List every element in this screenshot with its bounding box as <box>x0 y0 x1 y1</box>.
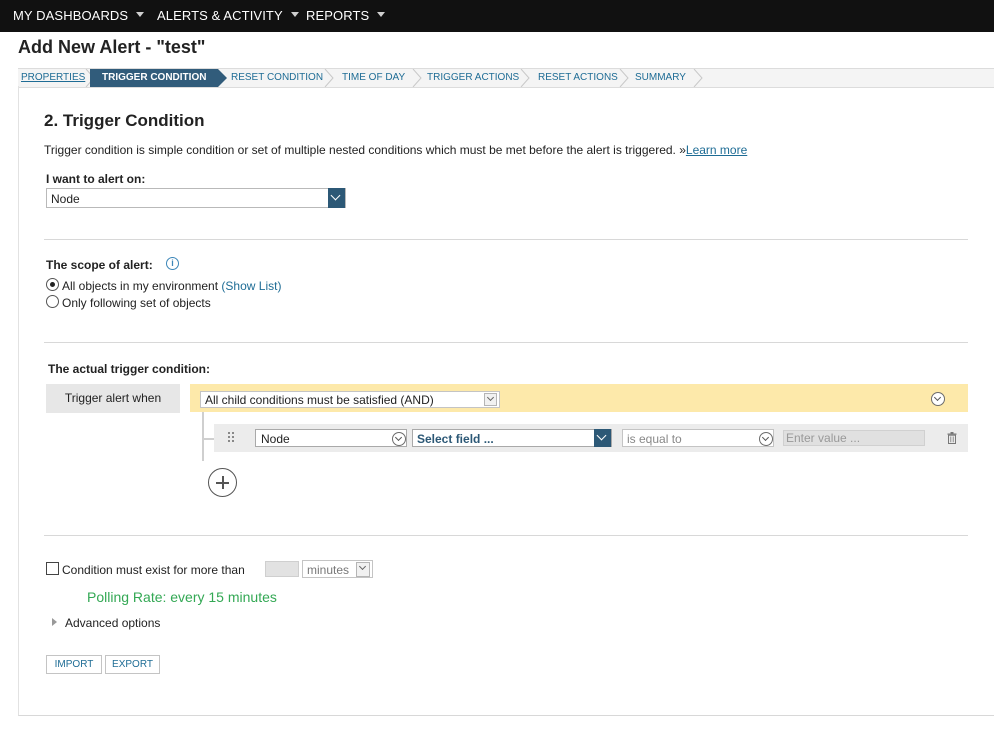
scope-following-radio[interactable] <box>46 295 59 308</box>
group-logic-select[interactable]: All child conditions must be satisfied (… <box>200 391 500 408</box>
duration-value-input[interactable] <box>265 561 299 577</box>
nav-label: MY DASHBOARDS <box>13 8 129 23</box>
condition-object-value: Node <box>261 432 290 446</box>
step-separator-icon <box>693 69 703 87</box>
drag-handle-icon[interactable] <box>228 432 234 444</box>
caret-down-icon <box>290 12 299 18</box>
chevron-down-icon <box>328 188 345 208</box>
condition-object-select[interactable]: Node <box>255 429 407 447</box>
section-description: Trigger condition is simple condition or… <box>44 143 747 157</box>
condition-operator-select[interactable]: is equal to <box>622 429 774 447</box>
chevron-down-icon <box>392 432 406 446</box>
divider <box>44 239 968 240</box>
scope-following-label: Only following set of objects <box>62 296 211 310</box>
group-logic-value: All child conditions must be satisfied (… <box>205 393 434 407</box>
step-properties[interactable]: PROPERTIES <box>21 69 85 87</box>
step-summary[interactable]: SUMMARY <box>635 69 686 87</box>
tree-line <box>202 412 204 461</box>
tree-branch <box>202 438 214 440</box>
step-trigger-condition[interactable]: TRIGGER CONDITION <box>90 69 227 87</box>
step-reset-actions[interactable]: RESET ACTIONS <box>538 69 618 87</box>
page-title: Add New Alert - "test" <box>18 37 206 57</box>
trigger-condition-label: The actual trigger condition: <box>48 362 211 376</box>
section-title: 2. Trigger Condition <box>44 111 205 130</box>
chevron-down-icon <box>759 432 773 446</box>
alert-on-select[interactable]: Node <box>46 188 346 208</box>
condition-value-input[interactable]: Enter value ... <box>783 430 925 446</box>
step-trigger-actions[interactable]: TRIGGER ACTIONS <box>427 69 519 87</box>
expand-triangle-icon[interactable] <box>52 618 57 626</box>
import-button[interactable]: IMPORT <box>46 655 102 674</box>
advanced-options-toggle[interactable]: Advanced options <box>65 616 160 630</box>
divider <box>44 342 968 343</box>
alert-on-label: I want to alert on: <box>46 172 146 186</box>
caret-down-icon <box>136 12 145 18</box>
scope-all-radio[interactable] <box>46 278 59 291</box>
divider <box>44 535 968 536</box>
condition-operator-value: is equal to <box>627 432 682 446</box>
nav-my-dashboards[interactable]: MY DASHBOARDS <box>13 8 145 23</box>
caret-down-icon <box>377 12 386 18</box>
alert-on-value: Node <box>51 192 80 206</box>
nav-label: REPORTS <box>306 8 370 23</box>
duration-unit-value: minutes <box>307 563 350 577</box>
step-separator-icon <box>520 69 530 87</box>
add-condition-icon[interactable] <box>208 468 237 497</box>
scope-all-option: All objects in my environment (Show List… <box>62 279 281 293</box>
scope-all-label: All objects in my environment <box>62 279 219 293</box>
step-separator-icon <box>619 69 629 87</box>
trigger-alert-when: Trigger alert when <box>46 384 180 413</box>
wizard-steps: PROPERTIES TRIGGER CONDITION RESET CONDI… <box>18 68 994 88</box>
trash-icon[interactable] <box>947 432 957 444</box>
step-separator-icon <box>412 69 422 87</box>
step-reset-condition[interactable]: RESET CONDITION <box>231 69 323 87</box>
condition-field-placeholder: Select field ... <box>417 432 494 446</box>
top-navigation: MY DASHBOARDS ALERTS & ACTIVITY REPORTS <box>0 0 994 32</box>
description-text: Trigger condition is simple condition or… <box>44 143 686 157</box>
chevron-down-icon <box>356 562 370 577</box>
export-button[interactable]: EXPORT <box>105 655 160 674</box>
learn-more-link[interactable]: Learn more <box>686 143 747 157</box>
nav-reports[interactable]: REPORTS <box>306 8 386 23</box>
condition-duration-label: Condition must exist for more than <box>62 563 245 577</box>
nav-label: ALERTS & ACTIVITY <box>157 8 283 23</box>
scope-label: The scope of alert: <box>46 258 153 272</box>
collapse-chevron-icon[interactable] <box>931 392 945 406</box>
condition-duration-checkbox[interactable] <box>46 562 59 575</box>
info-icon[interactable]: i <box>166 257 179 270</box>
chevron-down-icon <box>484 393 497 406</box>
polling-rate: Polling Rate: every 15 minutes <box>87 589 277 605</box>
chevron-down-icon <box>594 429 611 447</box>
duration-unit-select[interactable]: minutes <box>302 560 373 578</box>
step-separator-icon <box>324 69 334 87</box>
step-time-of-day[interactable]: TIME OF DAY <box>342 69 405 87</box>
condition-field-select[interactable]: Select field ... <box>412 429 612 447</box>
show-list-link[interactable]: (Show List) <box>221 279 281 293</box>
nav-alerts-activity[interactable]: ALERTS & ACTIVITY <box>157 8 299 23</box>
